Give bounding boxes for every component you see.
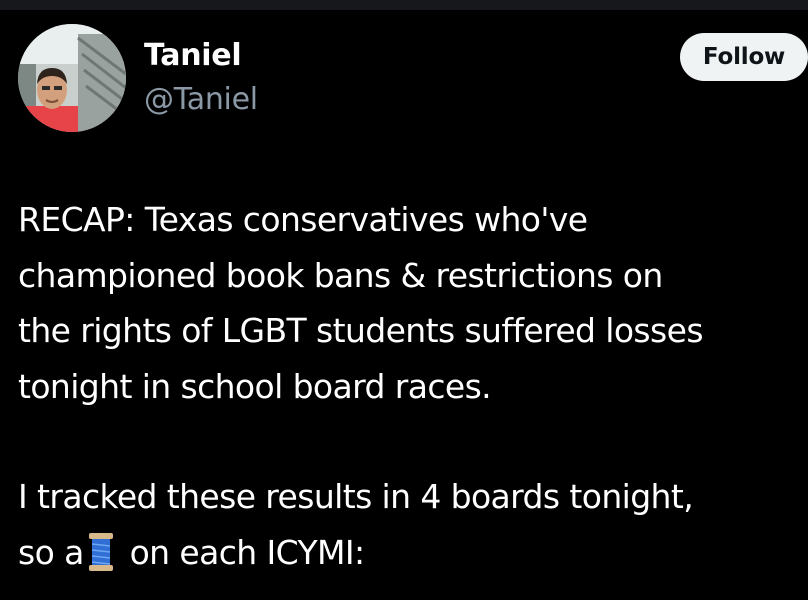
tweet-header: Taniel @Taniel Follow (18, 24, 808, 136)
tweet-text-fragment: on each ICYMI: (129, 532, 366, 572)
tweet-line: championed book bans & restrictions on (18, 255, 663, 295)
user-handle[interactable]: @Taniel (144, 82, 258, 118)
avatar[interactable] (18, 24, 126, 132)
tweet-text-fragment: so a (18, 532, 84, 572)
tweet-paragraph-2: I tracked these results in 4 boards toni… (18, 469, 808, 580)
tweet-line: RECAP: Texas conservatives who've (18, 200, 588, 239)
spool-of-thread-icon (88, 532, 114, 572)
tweet-line: tonight in school board races. (18, 366, 492, 406)
tweet-line-with-emoji: so a on each ICYMI: (18, 525, 808, 581)
display-name[interactable]: Taniel (144, 38, 242, 74)
follow-button[interactable]: Follow (680, 33, 808, 81)
top-strip (0, 0, 808, 10)
avatar-photo (18, 24, 126, 132)
tweet-paragraph-1: RECAP: Texas conservatives who've champi… (18, 192, 808, 414)
tweet-line: I tracked these results in 4 boards toni… (18, 477, 694, 516)
tweet-text: RECAP: Texas conservatives who've champi… (18, 192, 808, 580)
tweet-line: the rights of LGBT students suffered los… (18, 311, 704, 350)
